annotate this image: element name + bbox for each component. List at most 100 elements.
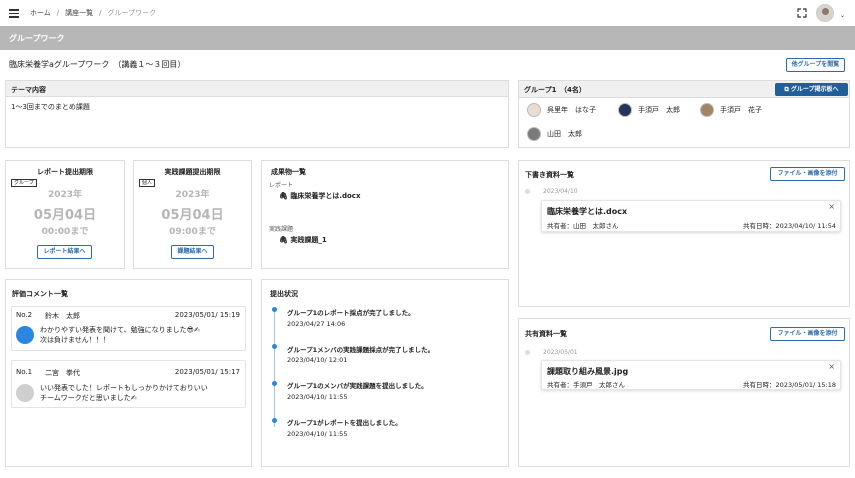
menu-icon[interactable]	[9, 9, 19, 18]
status-title: 提出状況	[270, 290, 298, 298]
status-item-date: 2023/04/10/ 12:01	[287, 356, 348, 364]
other-groups-button[interactable]: 他グループを閲覧	[786, 58, 845, 72]
group-card: グループ1 （4名） ⧉ グループ掲示板へ 呉里年 はな子 手須戸 太郎 手須戸…	[518, 80, 850, 148]
practice-deadline-date: 05月04日	[161, 208, 224, 223]
shared-date: 2023/05/01	[543, 349, 578, 356]
group-member[interactable]: 呉里年 はな子	[527, 103, 596, 117]
shared-file-card[interactable]: 課題取り組み風景.jpg × 共有者：手須戸 太郎さん 共有日時：2023/05…	[541, 360, 841, 390]
deliverables-card: 成果物一覧 レポート 🖇 臨床栄養学とは.docx 実践課題 🖇 実践課題_1	[261, 160, 509, 269]
group-title: グループ1 （4名）	[524, 86, 586, 94]
report-deadline-year: 2023年	[47, 190, 83, 200]
theme-body: 1～3回までのまとめ課題	[11, 103, 90, 111]
fullscreen-icon[interactable]	[797, 8, 807, 18]
close-icon[interactable]: ×	[828, 202, 835, 211]
avatar	[16, 326, 34, 344]
paperclip-icon: 🖇	[279, 192, 288, 200]
group-member[interactable]: 手須戸 太郎	[618, 103, 680, 117]
avatar	[618, 103, 632, 117]
page-header-bar: グループワーク	[0, 26, 855, 50]
practice-file-link[interactable]: 🖇 実践課題_1	[279, 235, 327, 245]
comment-date: 2023/05/01/ 15:17	[174, 368, 240, 376]
shared-card: 共有資料一覧 ファイル・画像を添付 2023/05/01 課題取り組み風景.jp…	[518, 318, 850, 467]
comment-no: No.1	[16, 368, 33, 376]
comment-author: 鈴木 太郎	[45, 312, 80, 320]
paperclip-icon: 🖇	[279, 236, 288, 244]
comment-date: 2023/05/01/ 15:19	[174, 311, 240, 319]
member-name: 手須戸 太郎	[638, 106, 680, 114]
theme-title: テーマ内容	[11, 86, 46, 94]
comment-text: 次は負けません！！！	[40, 336, 110, 344]
timeline-dot	[272, 307, 277, 312]
chevron-down-icon[interactable]: ⌄	[840, 12, 845, 19]
member-name: 山田 太郎	[547, 130, 582, 138]
breadcrumb-current: グループワーク	[107, 9, 157, 17]
group-member[interactable]: 手須戸 花子	[700, 103, 762, 117]
practice-type-tag: 個人	[139, 179, 156, 187]
close-icon[interactable]: ×	[828, 362, 835, 371]
status-item-text: グループ1のレポート採点が完了しました。	[287, 309, 415, 317]
draft-date: 2023/04/10	[543, 188, 578, 195]
report-file-link[interactable]: 🖇 臨床栄養学とは.docx	[279, 191, 360, 201]
status-item-text: グループ1のメンバが実践課題を提出しました。	[287, 382, 428, 390]
comment-item: No.2 鈴木 太郎 2023/05/01/ 15:19 わかりやすい発表を聞け…	[11, 306, 246, 351]
comments-card: 評価コメント一覧 No.2 鈴木 太郎 2023/05/01/ 15:19 わか…	[5, 279, 252, 467]
practice-deadline-time: 09:00まで	[169, 227, 216, 237]
timeline-dot	[272, 381, 277, 386]
practice-deadline-card: 実践課題提出期限 個人 2023年 05月04日 09:00まで 課題結果へ	[133, 160, 252, 269]
shared-sharer: 共有者：手須戸 太郎さん	[547, 381, 625, 389]
page-title: グループワーク	[9, 34, 65, 43]
draft-file-name[interactable]: 臨床栄養学とは.docx	[547, 206, 627, 217]
practice-result-button[interactable]: 課題結果へ	[171, 245, 214, 259]
avatar	[527, 127, 541, 141]
shared-file-name[interactable]: 課題取り組み風景.jpg	[547, 366, 628, 377]
report-deadline-card: レポート提出期限 グループ 2023年 05月04日 00:00まで レポート結…	[5, 160, 125, 269]
status-item-date: 2023/04/27 14:06	[287, 320, 346, 328]
report-result-button[interactable]: レポート結果へ	[37, 245, 92, 259]
group-member[interactable]: 山田 太郎	[527, 127, 582, 141]
timeline-dot	[525, 189, 530, 194]
drafts-card: 下書き資料一覧 ファイル・画像を添付 2023/04/10 臨床栄養学とは.do…	[518, 160, 850, 307]
shared-title: 共有資料一覧	[525, 330, 567, 338]
status-item-text: グループ1メンバの実践課題採点が完了しました。	[287, 346, 435, 354]
shared-shared-at: 共有日時：2023/05/01/ 15:18	[743, 381, 836, 389]
breadcrumb-separator: /	[56, 9, 60, 17]
breadcrumb-courses[interactable]: 講座一覧	[65, 9, 93, 17]
drafts-add-file-button[interactable]: ファイル・画像を添付	[770, 167, 845, 181]
avatar	[700, 103, 714, 117]
practice-deadline-title: 実践課題提出期限	[164, 168, 221, 176]
status-item-date: 2023/04/10/ 11:55	[287, 430, 348, 438]
theme-card: テーマ内容 1～3回までのまとめ課題	[5, 80, 509, 148]
user-avatar[interactable]	[816, 4, 834, 22]
comment-text: わかりやすい発表を聞けて、勉強になりました😎✍	[40, 326, 200, 334]
deliverables-title: 成果物一覧	[271, 168, 306, 176]
report-file-name: 臨床栄養学とは.docx	[290, 192, 361, 200]
comment-text: チームワークだと思いました✍	[40, 394, 137, 402]
comment-item: No.1 二宮 拳代 2023/05/01/ 15:17 いい発表でした！レポー…	[11, 360, 246, 408]
practice-label: 実践課題	[269, 226, 294, 233]
comment-author: 二宮 拳代	[45, 369, 80, 377]
status-item-date: 2023/04/10/ 11:55	[287, 393, 348, 401]
drafts-title: 下書き資料一覧	[525, 171, 574, 179]
shared-add-file-button[interactable]: ファイル・画像を添付	[770, 327, 845, 341]
draft-file-card[interactable]: 臨床栄養学とは.docx × 共有者：山田 太郎さん 共有日時：2023/04/…	[541, 200, 841, 232]
course-title: 臨床栄養学aグループワーク （講義１～３回目）	[9, 60, 186, 69]
breadcrumb-home[interactable]: ホーム	[30, 9, 51, 17]
top-bar: ホーム / 講座一覧 / グループワーク ⌄	[0, 0, 855, 26]
group-board-button[interactable]: ⧉ グループ掲示板へ	[775, 83, 848, 96]
timeline-dot	[272, 344, 277, 349]
practice-deadline-year: 2023年	[175, 190, 210, 200]
avatar	[16, 384, 34, 402]
report-deadline-date: 05月04日	[33, 208, 97, 223]
status-item-text: グループ1がレポートを提出しました。	[287, 419, 402, 427]
breadcrumb-separator: /	[99, 9, 102, 17]
timeline-line	[274, 309, 275, 427]
report-deadline-title: レポート提出期限	[37, 168, 93, 176]
draft-sharer: 共有者：山田 太郎さん	[547, 222, 619, 230]
comment-no: No.2	[16, 311, 33, 319]
practice-file-name: 実践課題_1	[290, 236, 327, 244]
report-deadline-time: 00:00まで	[41, 227, 89, 237]
report-type-tag: グループ	[11, 179, 37, 187]
member-name: 呉里年 はな子	[547, 106, 596, 114]
comments-title: 評価コメント一覧	[12, 290, 68, 298]
report-label: レポート	[269, 182, 294, 189]
